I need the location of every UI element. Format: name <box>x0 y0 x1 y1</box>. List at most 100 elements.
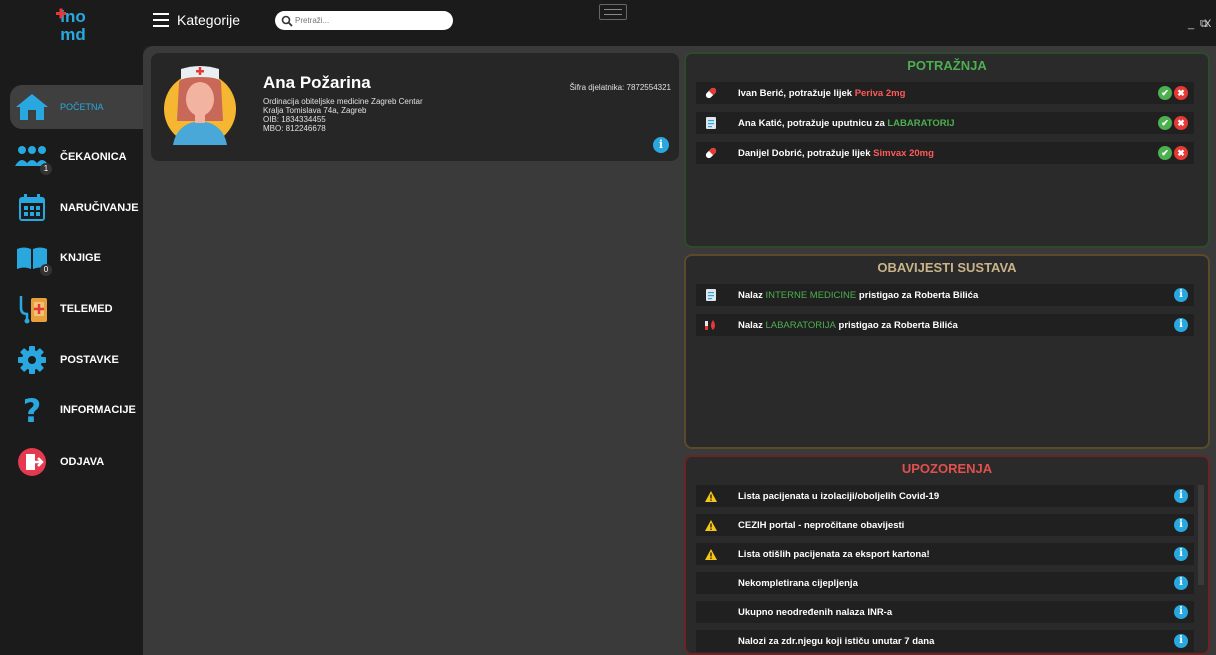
sidebar-item-label: POČETNA <box>60 102 104 112</box>
system-notifications-panel: OBAVIJESTI SUSTAVA Nalaz INTERNE MEDICIN… <box>684 254 1210 449</box>
search-icon <box>281 15 293 27</box>
demand-row[interactable]: Danijel Dobrić, potražuje lijek Simvax 2… <box>696 142 1194 164</box>
drag-handle[interactable] <box>599 4 627 20</box>
reject-x-icon[interactable]: ✖ <box>1174 116 1188 130</box>
sidebar-item-knjige[interactable]: 0 KNJIGE <box>10 236 143 280</box>
books-count-badge: 0 <box>40 264 52 276</box>
warning-text: Nekompletirana cijepljenja <box>738 577 858 589</box>
sidebar-item-label: NARUČIVANJE <box>60 202 139 214</box>
sidebar: ino md POČETNA 1 ČEKAONICA NARUČIVANJE 0… <box>0 0 143 655</box>
sidebar-item-label: TELEMED <box>60 303 113 315</box>
gear-icon <box>12 344 52 376</box>
demand-highlight: Periva 2mg <box>854 87 906 99</box>
sidebar-item-odjava[interactable]: ODJAVA <box>10 440 143 484</box>
document-icon <box>702 116 720 130</box>
warning-triangle-icon <box>702 519 720 532</box>
warning-row[interactable]: Nalozi za zdr.njegu koji ističu unutar 7… <box>696 630 1194 652</box>
info-icon[interactable]: i <box>1174 518 1188 532</box>
demand-title: POTRAŽNJA <box>907 58 987 73</box>
oib-value: OIB: 1834334455 <box>263 115 326 124</box>
demand-row[interactable]: Ivan Berić, potražuje lijek Periva 2mg ✔… <box>696 82 1194 104</box>
warning-row[interactable]: Lista pacijenata u izolaciji/oboljelih C… <box>696 485 1194 507</box>
info-icon[interactable]: i <box>1174 318 1188 332</box>
sidebar-item-label: ODJAVA <box>60 456 105 468</box>
nurse-avatar <box>164 66 236 145</box>
pill-icon <box>702 86 720 100</box>
sidebar-item-telemed[interactable]: TELEMED <box>10 287 143 331</box>
notification-pre: Nalaz <box>738 289 766 301</box>
calendar-icon <box>12 192 52 224</box>
top-bar: Kategorije _ ⧉ X <box>143 0 1216 46</box>
categories-label[interactable]: Kategorije <box>177 12 240 28</box>
doctor-name: Ana Požarina <box>263 73 371 92</box>
app-logo: ino md <box>56 7 86 42</box>
warnings-panel: UPOZORENJA Lista pacijenata u izolaciji/… <box>684 455 1210 655</box>
minimize-button[interactable]: _ <box>1188 18 1194 30</box>
approve-check-icon[interactable]: ✔ <box>1158 146 1172 160</box>
reject-x-icon[interactable]: ✖ <box>1174 86 1188 100</box>
demand-highlight: LABARATORIJ <box>887 117 955 129</box>
approve-check-icon[interactable]: ✔ <box>1158 116 1172 130</box>
warning-text: Ukupno neodređenih nalaza INR-a <box>738 606 893 618</box>
sidebar-item-label: KNJIGE <box>60 252 101 264</box>
svg-text:?: ? <box>23 394 42 426</box>
svg-text:ino: ino <box>60 7 86 26</box>
demand-text: Danijel Dobrić, potražuje lijek <box>738 147 874 159</box>
warnings-title: UPOZORENJA <box>901 461 993 476</box>
lab-icon <box>702 318 720 332</box>
document-icon <box>702 288 720 302</box>
sidebar-item-narucivanje[interactable]: NARUČIVANJE <box>10 186 143 230</box>
pill-icon <box>702 146 720 160</box>
search-input[interactable] <box>293 16 445 25</box>
info-icon[interactable]: i <box>1174 489 1188 503</box>
warning-text: CEZIH portal - nepročitane obavijesti <box>738 519 905 531</box>
info-icon[interactable]: i <box>1174 547 1188 561</box>
demand-panel: POTRAŽNJA Ivan Berić, potražuje lijek Pe… <box>684 52 1210 248</box>
notification-row[interactable]: Nalaz INTERNE MEDICINE pristigao za Robe… <box>696 284 1194 306</box>
people-icon: 1 <box>12 141 52 175</box>
notification-post: pristigao za <box>835 319 894 331</box>
demand-highlight: Simvax 20mg <box>873 147 934 159</box>
profile-card: Ana Požarina Ordinacija obiteljske medic… <box>151 53 679 161</box>
notifications-title: OBAVIJESTI SUSTAVA <box>877 260 1017 275</box>
notification-row[interactable]: Nalaz LABARATORIJA pristigao za Roberta … <box>696 314 1194 336</box>
sidebar-item-pocetna[interactable]: POČETNA <box>10 85 143 129</box>
warning-row[interactable]: CEZIH portal - nepročitane obavijesti i <box>696 514 1194 536</box>
info-icon[interactable]: i <box>1174 605 1188 619</box>
book-icon: 0 <box>12 242 52 276</box>
warning-text: Lista otišlih pacijenata za eksport kart… <box>738 548 930 560</box>
warning-triangle-icon <box>702 548 720 561</box>
svg-text:md: md <box>60 25 86 42</box>
sidebar-item-informacije[interactable]: ? INFORMACIJE <box>10 388 143 432</box>
close-button[interactable]: X <box>1204 18 1211 30</box>
warning-row[interactable]: Lista otišlih pacijenata za eksport kart… <box>696 543 1194 565</box>
warning-row[interactable]: Nekompletirana cijepljenja i <box>696 572 1194 594</box>
profile-info-icon[interactable]: i <box>653 137 669 153</box>
practice-address: Kralja Tomislava 74a, Zagreb <box>263 106 367 115</box>
waiting-count-badge: 1 <box>40 163 52 175</box>
approve-check-icon[interactable]: ✔ <box>1158 86 1172 100</box>
warning-row[interactable]: Ukupno neodređenih nalaza INR-a i <box>696 601 1194 623</box>
warning-triangle-icon <box>702 490 720 503</box>
notification-patient: Roberta Bilića <box>914 289 979 301</box>
home-icon <box>12 91 52 123</box>
sidebar-item-label: POSTAVKE <box>60 354 119 366</box>
hamburger-menu-icon[interactable] <box>153 13 169 27</box>
demand-row[interactable]: Ana Katić, potražuje uputnicu za LABARAT… <box>696 112 1194 134</box>
info-icon[interactable]: i <box>1174 288 1188 302</box>
info-icon[interactable]: i <box>1174 634 1188 648</box>
app-window: ino md POČETNA 1 ČEKAONICA NARUČIVANJE 0… <box>0 0 1216 655</box>
sidebar-item-postavke[interactable]: POSTAVKE <box>10 338 143 382</box>
sidebar-item-label: ČEKAONICA <box>60 151 127 163</box>
demand-text: Ivan Berić, potražuje lijek <box>738 87 855 99</box>
search-box[interactable] <box>275 11 453 30</box>
warning-text: Lista pacijenata u izolaciji/oboljelih C… <box>738 490 940 502</box>
demand-text: Ana Katić, potražuje uputnicu za <box>738 117 888 129</box>
sidebar-item-cekaonica[interactable]: 1 ČEKAONICA <box>10 135 143 179</box>
warnings-scrollbar[interactable] <box>1198 485 1204 585</box>
reject-x-icon[interactable]: ✖ <box>1174 146 1188 160</box>
warning-text: Nalozi za zdr.njegu koji ističu unutar 7… <box>738 635 935 647</box>
mbo-value: MBO: 812246678 <box>263 124 326 133</box>
info-icon[interactable]: i <box>1174 576 1188 590</box>
notification-highlight: LABARATORIJA <box>765 319 836 331</box>
